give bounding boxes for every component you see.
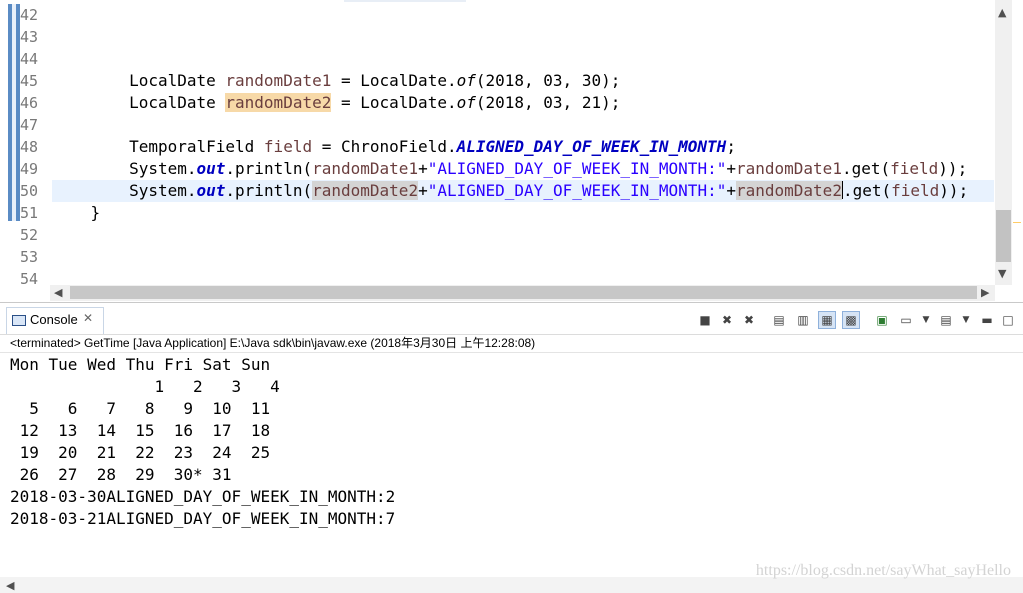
code-text: + <box>726 159 736 178</box>
show-on-error-icon[interactable]: ▩ <box>842 311 860 329</box>
field-name: out <box>196 159 226 178</box>
editor-ruler-inner <box>12 4 16 221</box>
variable-name: field <box>891 181 940 200</box>
display-console-icon[interactable]: ▭ <box>898 312 914 328</box>
line-number: 43 <box>20 28 39 46</box>
line-number: 44 <box>20 50 39 68</box>
console-tab-label[interactable]: Console <box>30 312 78 327</box>
code-text: )); <box>939 181 969 200</box>
code-text: + <box>726 181 736 200</box>
watermark: https://blog.csdn.net/sayWhat_sayHello <box>755 562 1011 579</box>
code-text: .println( <box>225 159 313 178</box>
console-output-line: 12 13 14 15 16 17 18 <box>10 421 271 440</box>
line-number: 47 <box>20 116 39 134</box>
scroll-right-arrow-icon[interactable]: ▶ <box>981 286 989 299</box>
line-number: 45 <box>20 72 39 90</box>
type-name: LocalDate <box>129 93 226 112</box>
divider <box>0 352 1023 353</box>
variable-name: randomDate1 <box>735 159 842 178</box>
code-line-50-current[interactable]: System.out.println(randomDate2+"ALIGNED_… <box>52 180 994 202</box>
console-output-line: 26 27 28 29 30* 31 <box>10 465 232 484</box>
console-output-line: Mon Tue Wed Thu Fri Sat Sun <box>10 355 271 374</box>
variable-name-highlighted: randomDate2 <box>225 93 332 112</box>
editor-tab-edge <box>344 0 466 2</box>
variable-occurrence: randomDate2 <box>312 181 419 200</box>
console-tab-bar <box>0 306 1023 335</box>
code-editor[interactable]: 42 43 44 45 46 47 48 49 50 51 52 53 54 L… <box>0 0 1023 303</box>
line-number: 49 <box>20 160 39 178</box>
remove-all-icon[interactable]: ✖ <box>741 312 757 328</box>
method-name: of <box>456 93 476 112</box>
line-number: 54 <box>20 270 39 288</box>
scroll-down-arrow-icon[interactable]: ▼ <box>998 267 1006 280</box>
console-output-line: 2018-03-21ALIGNED_DAY_OF_WEEK_IN_MONTH:7 <box>10 509 396 528</box>
line-number: 51 <box>20 204 39 222</box>
code-text: = LocalDate. <box>331 93 457 112</box>
console-icon <box>12 315 26 326</box>
pin-console-icon[interactable]: ▣ <box>874 312 890 328</box>
console-output-line: 1 2 3 4 <box>10 377 280 396</box>
code-line-46[interactable]: LocalDate randomDate2 = LocalDate.of(201… <box>52 92 994 114</box>
code-text: .get( <box>841 159 891 178</box>
code-text: = ChronoField. <box>312 137 457 156</box>
variable-occurrence: randomDate2 <box>735 181 842 200</box>
code-line-48[interactable]: TemporalField field = ChronoField.ALIGNE… <box>52 136 994 158</box>
type-name: TemporalField <box>129 137 264 156</box>
code-line-49[interactable]: System.out.println(randomDate1+"ALIGNED_… <box>52 158 994 180</box>
line-number: 53 <box>20 248 39 266</box>
console-process-status: <terminated> GetTime [Java Application] … <box>10 336 536 350</box>
type-name: LocalDate <box>129 71 226 90</box>
line-number: 46 <box>20 94 39 112</box>
scroll-lock-icon[interactable]: ▥ <box>795 312 811 328</box>
open-console-icon[interactable]: ▤ <box>938 312 954 328</box>
scroll-left-arrow-icon[interactable]: ◀ <box>54 286 62 299</box>
line-number: 48 <box>20 138 39 156</box>
console-output-line: 2018-03-30ALIGNED_DAY_OF_WEEK_IN_MONTH:2 <box>10 487 396 506</box>
variable-name: randomDate1 <box>225 71 332 90</box>
scroll-left-arrow-icon[interactable]: ◀ <box>6 579 14 592</box>
code-text: (2018, 03, 21); <box>475 93 621 112</box>
method-name: of <box>456 71 476 90</box>
line-number: 52 <box>20 226 39 244</box>
string-literal: "ALIGNED_DAY_OF_WEEK_IN_MONTH:" <box>427 159 727 178</box>
constant-name: ALIGNED_DAY_OF_WEEK_IN_MONTH <box>456 137 727 156</box>
code-line-45[interactable]: LocalDate randomDate1 = LocalDate.of(201… <box>52 70 994 92</box>
minimize-icon[interactable]: ▬ <box>979 312 995 328</box>
remove-launch-icon[interactable]: ✖ <box>719 312 735 328</box>
console-output-line: 19 20 21 22 23 24 25 <box>10 443 271 462</box>
show-on-output-icon[interactable]: ▦ <box>818 311 836 329</box>
close-icon[interactable]: ✕ <box>83 311 93 325</box>
line-number: 50 <box>20 182 39 200</box>
scroll-up-arrow-icon[interactable]: ▲ <box>998 6 1006 19</box>
maximize-icon[interactable]: □ <box>1000 312 1016 328</box>
console-output-line: 5 6 7 8 9 10 11 <box>10 399 271 418</box>
code-line-51[interactable]: } <box>52 202 994 224</box>
code-text: System. <box>129 159 197 178</box>
view-menu-icon[interactable]: ▼ <box>958 312 974 328</box>
code-text: )); <box>938 159 968 178</box>
editor-horizontal-scroll-thumb[interactable] <box>70 286 977 299</box>
clear-console-icon[interactable]: ▤ <box>771 312 787 328</box>
code-text: + <box>418 159 428 178</box>
chevron-down-icon[interactable]: ▼ <box>918 312 934 328</box>
variable-name: field <box>890 159 939 178</box>
code-text: System. <box>129 181 197 200</box>
variable-name: randomDate1 <box>312 159 419 178</box>
editor-vertical-scroll-thumb[interactable] <box>996 210 1011 262</box>
line-number: 42 <box>20 6 39 24</box>
code-text: .println( <box>225 181 313 200</box>
variable-name: field <box>263 137 313 156</box>
code-text: (2018, 03, 30); <box>475 71 621 90</box>
terminate-icon[interactable]: ■ <box>697 312 713 328</box>
code-text: + <box>418 181 428 200</box>
closing-brace: } <box>90 203 101 222</box>
overview-ruler-marker[interactable] <box>1013 222 1021 235</box>
string-literal: "ALIGNED_DAY_OF_WEEK_IN_MONTH:" <box>427 181 727 200</box>
field-name: out <box>196 181 226 200</box>
code-text: ; <box>726 137 736 156</box>
code-text: .get( <box>842 181 892 200</box>
code-text: = LocalDate. <box>331 71 457 90</box>
